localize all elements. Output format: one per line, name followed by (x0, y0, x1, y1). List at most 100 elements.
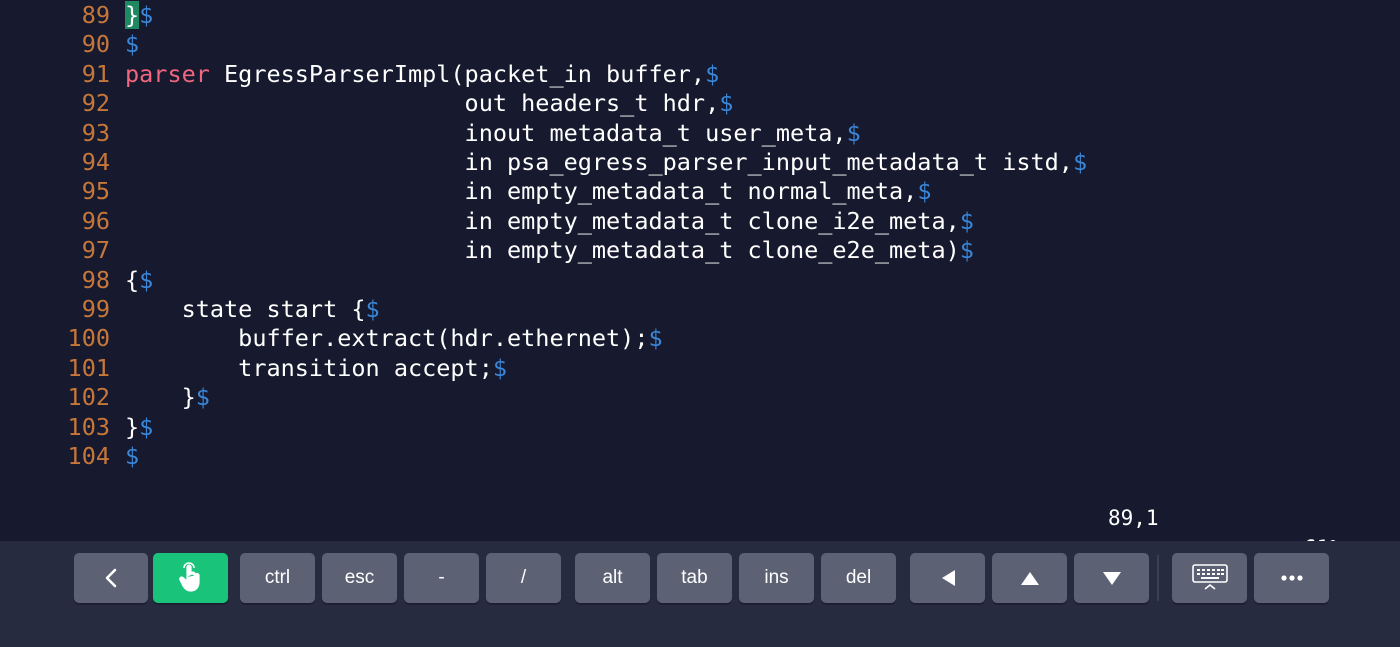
esc-key[interactable]: esc (322, 553, 397, 603)
end-of-line-marker: $ (959, 206, 974, 235)
line-code: $ (125, 30, 139, 59)
line-number: 91 (81, 59, 110, 88)
ins-key[interactable]: ins (739, 553, 814, 603)
more-icon (1280, 575, 1303, 581)
line-code: state start {$ (125, 295, 380, 324)
code-text: in empty_metadata_t normal_meta, (125, 177, 918, 206)
del-key[interactable]: del (821, 553, 896, 603)
status-line: 89,1 61% (0, 473, 1400, 560)
line-number: 89 (81, 1, 110, 29)
code-line: 97 in empty_metadata_t clone_e2e_meta)$ (0, 236, 1400, 265)
line-number: 103 (67, 412, 110, 441)
arrow-down-icon (1102, 571, 1122, 586)
tab-key[interactable]: tab (657, 553, 732, 603)
code-line: 98 {$ (0, 266, 1400, 295)
cursor-position: 89,1 (1108, 506, 1159, 530)
end-of-line-marker: $ (125, 442, 140, 470)
line-number: 90 (81, 30, 110, 59)
line-code: parser EgressParserImpl(packet_in buffer… (125, 60, 719, 89)
arrow-left-icon (940, 569, 956, 587)
line-code: $ (125, 442, 139, 471)
key-separator (1157, 555, 1159, 601)
arrow-up-icon (1020, 571, 1040, 586)
end-of-line-marker: $ (719, 89, 734, 118)
code-text: in empty_metadata_t clone_e2e_meta) (125, 236, 960, 265)
end-of-line-marker: $ (125, 30, 140, 59)
code-text: } (125, 412, 140, 441)
line-code: in psa_egress_parser_input_metadata_t is… (125, 148, 1088, 177)
end-of-line-marker: $ (705, 59, 720, 88)
code-text: } (125, 383, 196, 412)
arrow-up-key[interactable] (992, 553, 1067, 603)
end-of-line-marker: $ (846, 118, 861, 147)
end-of-line-marker: $ (139, 412, 154, 441)
line-number: 93 (81, 118, 110, 147)
dash-key[interactable]: - (404, 553, 479, 603)
code-text: EgressParserImpl(packet_in buffer, (209, 59, 706, 88)
back-button[interactable] (74, 553, 148, 603)
line-code: }$ (125, 413, 153, 442)
arrow-down-key[interactable] (1074, 553, 1149, 603)
line-code: in empty_metadata_t clone_i2e_meta,$ (125, 207, 974, 236)
code-text: transition accept; (125, 353, 493, 382)
code-editor[interactable]: 89}$ 90 $91 parser EgressParserImpl(packet_… (0, 0, 1400, 560)
hand-pointer-icon (178, 562, 204, 594)
code-line: 96 in empty_metadata_t clone_i2e_meta,$ (0, 207, 1400, 236)
line-number: 102 (67, 383, 110, 412)
code-line: 92 out headers_t hdr,$ (0, 89, 1400, 118)
line-number: 98 (81, 265, 110, 294)
slash-key[interactable]: / (486, 553, 561, 603)
code-line: 103}$ (0, 413, 1400, 442)
code-line: 95 in empty_metadata_t normal_meta,$ (0, 177, 1400, 206)
code-line: 93 inout metadata_t user_meta,$ (0, 119, 1400, 148)
touch-mode-button[interactable] (153, 553, 228, 603)
alt-key[interactable]: alt (575, 553, 650, 603)
line-code: out headers_t hdr,$ (125, 89, 734, 118)
code-line: 100 buffer.extract(hdr.ethernet);$ (0, 324, 1400, 353)
code-text: inout metadata_t user_meta, (125, 118, 847, 147)
end-of-line-marker: $ (1072, 148, 1088, 176)
line-number: 94 (81, 148, 110, 176)
line-code: {$ (125, 266, 153, 295)
end-of-line-marker: $ (365, 295, 380, 323)
end-of-line-marker: $ (648, 324, 663, 353)
code-text: state start { (125, 295, 366, 323)
line-number: 95 (81, 177, 110, 206)
line-code: }$ (125, 383, 210, 412)
line-number: 100 (67, 324, 110, 353)
line-code: in empty_metadata_t normal_meta,$ (125, 177, 932, 206)
ctrl-key[interactable]: ctrl (240, 553, 315, 603)
code-line: 90 $ (0, 30, 1400, 59)
line-code: transition accept;$ (125, 354, 507, 383)
line-number: 104 (67, 442, 110, 470)
arrow-left-key[interactable] (910, 553, 985, 603)
line-code: inout metadata_t user_meta,$ (125, 119, 861, 148)
line-code: }$ (125, 1, 153, 30)
extra-keys-bar: ctrl esc - / alt tab ins del (0, 541, 1400, 647)
line-code: buffer.extract(hdr.ethernet);$ (125, 324, 663, 353)
line-number: 92 (81, 89, 110, 118)
code-line: 102 }$ (0, 383, 1400, 412)
end-of-line-marker: $ (139, 1, 154, 29)
line-number: 101 (67, 353, 110, 382)
end-of-line-marker: $ (959, 236, 974, 265)
text-cursor: } (125, 1, 140, 29)
code-line: 91 parser EgressParserImpl(packet_in buff… (0, 60, 1400, 89)
code-text: in psa_egress_parser_input_metadata_t is… (125, 148, 1073, 176)
line-number: 97 (81, 236, 110, 265)
code-text: in empty_metadata_t clone_i2e_meta, (125, 206, 960, 235)
line-code: in empty_metadata_t clone_e2e_meta)$ (125, 236, 974, 265)
more-button[interactable] (1254, 553, 1329, 603)
code-text: out headers_t hdr, (125, 89, 720, 118)
code-line: 94 in psa_egress_parser_input_metadata_t… (0, 148, 1400, 177)
keyboard-toggle-button[interactable] (1172, 553, 1247, 603)
end-of-line-marker: $ (195, 383, 210, 412)
chevron-left-icon (104, 568, 118, 588)
code-line: 104 $ (0, 442, 1400, 471)
keyboard-icon (1191, 564, 1228, 592)
keyword: parser (125, 59, 210, 88)
line-number: 99 (81, 295, 110, 323)
end-of-line-marker: $ (139, 265, 154, 294)
code-line: 89}$ (0, 1, 1400, 30)
code-line: 99 state start {$ (0, 295, 1400, 324)
